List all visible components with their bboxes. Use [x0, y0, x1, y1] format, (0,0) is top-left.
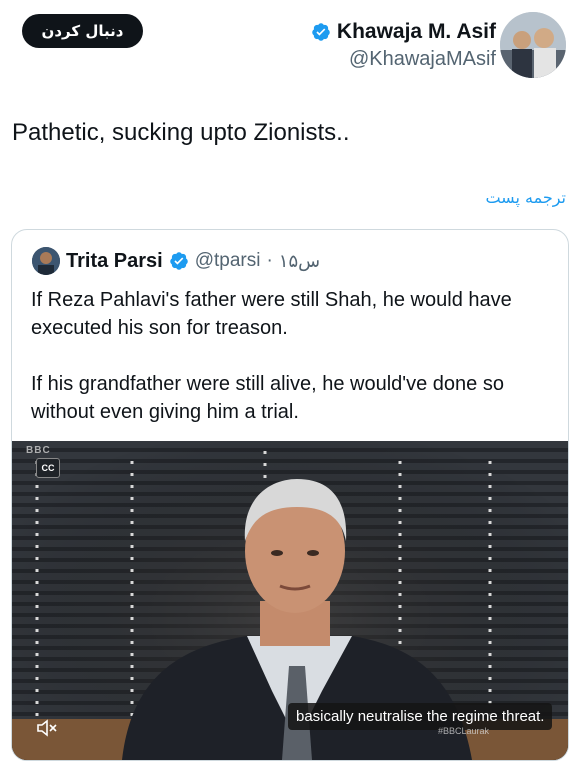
quoted-tweet-text: If Reza Pahlavi's father were still Shah… — [31, 286, 551, 426]
avatar-image — [500, 12, 566, 78]
quoted-paragraph-1: If Reza Pahlavi's father were still Shah… — [31, 289, 512, 339]
broadcaster-logo: BBC — [26, 445, 51, 456]
translate-post-link[interactable]: ترجمه پست — [485, 188, 566, 207]
speaker-mute-icon[interactable] — [33, 716, 61, 740]
avatar[interactable] — [500, 12, 566, 78]
tweet-text: Pathetic, sucking upto Zionists.. — [12, 119, 350, 146]
quoted-avatar-image — [32, 247, 60, 275]
verified-badge-icon — [169, 252, 188, 270]
verified-badge-icon — [312, 23, 330, 41]
quoted-author-avatar[interactable] — [32, 247, 60, 275]
quoted-author-handle[interactable]: @tparsi — [195, 250, 261, 272]
quoted-paragraph-2: If his grandfather were still alive, he … — [31, 373, 504, 423]
header-separator: · — [266, 250, 273, 271]
author-handle[interactable]: @KhawajaMAsif — [349, 48, 496, 71]
author-name[interactable]: Khawaja M. Asif — [337, 20, 496, 44]
author-name-row[interactable]: Khawaja M. Asif — [311, 20, 496, 44]
quoted-tweet-card[interactable]: Trita Parsi @tparsi · ۱۵س If Reza Pahlav… — [11, 229, 569, 761]
follow-button[interactable]: دنبال کردن — [22, 14, 143, 48]
video-watermark: #BBCLaurak — [438, 726, 490, 736]
quoted-tweet-time[interactable]: ۱۵س — [279, 251, 320, 272]
quoted-tweet-header: Trita Parsi @tparsi · ۱۵س — [32, 247, 320, 275]
quoted-author-name[interactable]: Trita Parsi — [66, 250, 163, 273]
video-caption: basically neutralise the regime threat. — [288, 703, 553, 730]
closed-captions-button[interactable]: CC — [36, 458, 60, 478]
